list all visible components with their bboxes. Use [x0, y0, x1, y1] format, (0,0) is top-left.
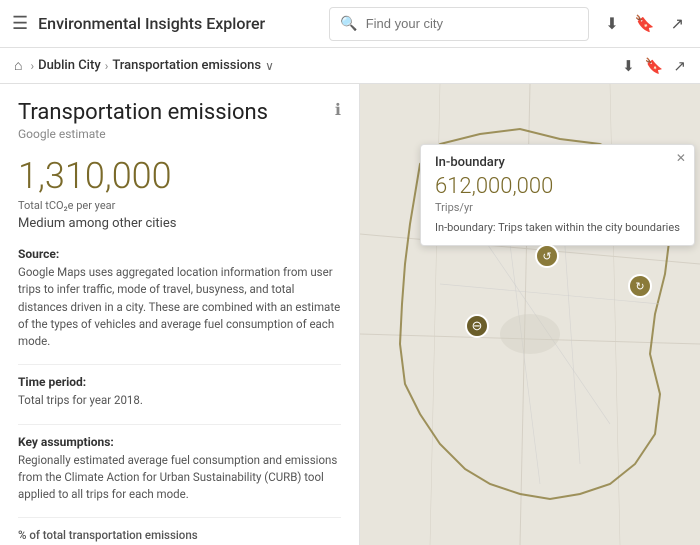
main-content: ℹ Transportation emissions Google estima… [0, 84, 700, 545]
breadcrumb-separator: › [30, 59, 34, 73]
search-icon: 🔍 [340, 16, 357, 32]
divider-1 [18, 364, 341, 365]
source-text: Google Maps uses aggregated location inf… [18, 264, 341, 350]
header: ☰ Environmental Insights Explorer 🔍 ⬇ 🔖 … [0, 0, 700, 48]
breadcrumb: ⌂ › Dublin City › Transportation emissio… [0, 48, 700, 84]
breadcrumb-bookmark-icon[interactable]: 🔖 [645, 57, 664, 75]
breadcrumb-download-icon[interactable]: ⬇ [622, 57, 635, 75]
time-label: Time period: [18, 375, 341, 389]
metric-label: Total tCO₂e per year [18, 199, 341, 212]
rank-text: Medium among other cities [18, 216, 341, 231]
city-name: Dublin City [38, 58, 101, 73]
map-pin-1[interactable]: ⊖ [465, 314, 489, 338]
divider-2 [18, 424, 341, 425]
divider-3 [18, 517, 341, 518]
chevron-down-icon: ∨ [265, 59, 274, 73]
tooltip-title: In-boundary [435, 155, 680, 170]
breadcrumb-section[interactable]: Transportation emissions ∨ [112, 58, 274, 73]
header-actions: ⬇ 🔖 ↗ [601, 10, 688, 37]
home-icon[interactable]: ⌂ [14, 57, 22, 74]
source-label: Source: [18, 247, 341, 261]
charts-section: % of total transportation emissions43% I… [18, 528, 341, 545]
source-block: Source: Google Maps uses aggregated loca… [18, 247, 341, 350]
page-subtitle: Google estimate [18, 127, 341, 141]
section-name: Transportation emissions [112, 58, 261, 73]
info-icon[interactable]: ℹ [335, 100, 341, 119]
bookmark-icon[interactable]: 🔖 [631, 10, 659, 37]
time-text: Total trips for year 2018. [18, 392, 341, 409]
breadcrumb-city[interactable]: Dublin City [38, 58, 101, 73]
map-panel: ✕ In-boundary 612,000,000 Trips/yr In-bo… [360, 84, 700, 545]
tooltip-number: 612,000,000 [435, 174, 680, 199]
breadcrumb-separator-2: › [105, 59, 109, 73]
assumptions-text: Regionally estimated average fuel consum… [18, 452, 341, 504]
time-block: Time period: Total trips for year 2018. [18, 375, 341, 409]
tooltip-description: In-boundary: Trips taken within the city… [435, 220, 680, 235]
chart-0: % of total transportation emissions43% I… [18, 528, 341, 545]
map-pin-3[interactable]: ↻ [628, 274, 652, 298]
assumptions-label: Key assumptions: [18, 435, 341, 449]
breadcrumb-actions: ⬇ 🔖 ↗ [622, 57, 686, 75]
share-icon[interactable]: ↗ [667, 10, 688, 37]
pin-2-icon: ↺ [542, 250, 551, 263]
page-title: Transportation emissions [18, 100, 341, 125]
download-icon[interactable]: ⬇ [601, 10, 622, 37]
assumptions-block: Key assumptions: Regionally estimated av… [18, 435, 341, 504]
map-background: ✕ In-boundary 612,000,000 Trips/yr In-bo… [360, 84, 700, 545]
map-pin-2[interactable]: ↺ [535, 244, 559, 268]
search-input[interactable] [366, 16, 579, 31]
pin-1-icon: ⊖ [472, 319, 483, 334]
menu-icon[interactable]: ☰ [12, 13, 28, 34]
chart-label-0: % of total transportation emissions [18, 528, 198, 542]
search-bar[interactable]: 🔍 [329, 7, 589, 41]
left-panel: ℹ Transportation emissions Google estima… [0, 84, 360, 545]
main-metric: 1,310,000 [18, 155, 341, 197]
pin-3-icon: ↻ [635, 280, 644, 293]
tooltip-close-button[interactable]: ✕ [676, 151, 686, 165]
breadcrumb-share-icon[interactable]: ↗ [673, 57, 686, 75]
map-tooltip: ✕ In-boundary 612,000,000 Trips/yr In-bo… [420, 144, 695, 246]
app-title: Environmental Insights Explorer [38, 14, 329, 33]
tooltip-unit: Trips/yr [435, 201, 680, 214]
